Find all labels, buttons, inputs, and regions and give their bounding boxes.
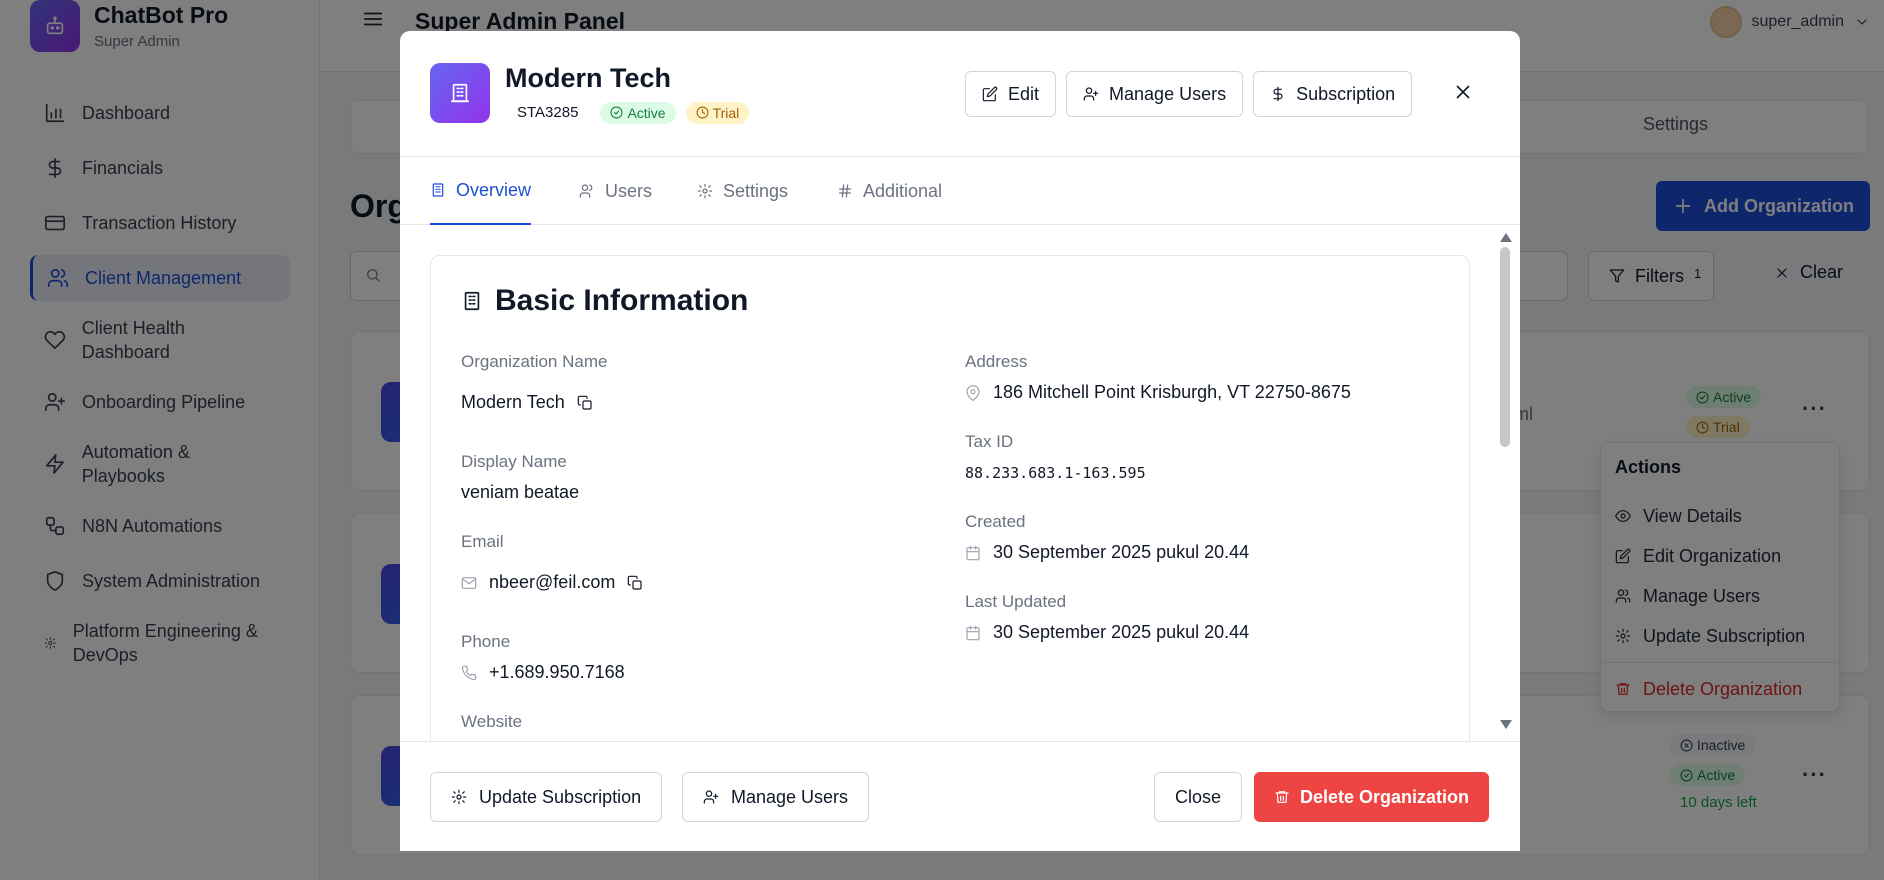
phone-icon xyxy=(461,665,477,680)
org-name-label: Organization Name xyxy=(461,352,608,371)
tab-overview[interactable]: Overview xyxy=(430,157,532,225)
tax-id-label: Tax ID xyxy=(965,432,1014,451)
modal-body: Basic Information Organization Name Mode… xyxy=(400,225,1520,741)
scroll-down-arrow[interactable] xyxy=(1500,720,1512,729)
section-title: Basic Information xyxy=(461,284,748,318)
website-label: Website xyxy=(461,712,523,731)
gear-icon xyxy=(451,789,467,805)
display-name-label: Display Name xyxy=(461,452,567,471)
calendar-icon xyxy=(966,545,980,560)
clock-icon xyxy=(696,106,709,119)
modal-meta: STA3285 Active Trial xyxy=(505,101,750,124)
edit-button[interactable]: Edit xyxy=(965,71,1057,117)
plan-badge: Trial xyxy=(685,101,750,124)
organization-code: STA3285 xyxy=(517,104,579,121)
trash-icon xyxy=(1275,791,1289,803)
copy-icon[interactable] xyxy=(577,395,593,411)
created-label: Created xyxy=(965,512,1026,531)
modal-footer: Update Subscription Manage Users Close D… xyxy=(400,741,1520,851)
user-plus-icon xyxy=(1083,87,1099,101)
status-badge: Active xyxy=(600,101,676,124)
calendar-icon xyxy=(966,625,980,640)
phone-label: Phone xyxy=(461,632,511,651)
last-updated-label: Last Updated xyxy=(965,592,1067,611)
manage-users-button[interactable]: Manage Users xyxy=(1066,71,1244,117)
copy-icon[interactable] xyxy=(627,575,643,591)
tab-settings[interactable]: Settings xyxy=(697,157,788,225)
tab-users[interactable]: Users xyxy=(579,157,652,225)
manage-users-footer-button[interactable]: Manage Users xyxy=(682,772,870,822)
email-value: nbeer@feil.com xyxy=(461,572,643,593)
update-subscription-button[interactable]: Update Subscription xyxy=(430,772,663,822)
delete-organization-button[interactable]: Delete Organization xyxy=(1254,772,1489,822)
tab-additional[interactable]: Additional xyxy=(837,157,942,225)
created-value: 30 September 2025 pukul 20.44 xyxy=(965,542,1249,563)
close-button[interactable]: Close xyxy=(1154,772,1243,822)
edit-icon xyxy=(982,86,998,102)
modal-title: Modern Tech xyxy=(505,63,672,93)
scrollbar-thumb[interactable] xyxy=(1500,247,1510,447)
last-updated-value: 30 September 2025 pukul 20.44 xyxy=(965,622,1249,643)
hash-icon xyxy=(839,184,851,198)
gear-icon xyxy=(697,183,713,199)
dollar-icon xyxy=(1273,86,1283,102)
subscription-button[interactable]: Subscription xyxy=(1253,71,1413,117)
modal-tabs: Overview Users Settings Additional xyxy=(400,157,1520,225)
scroll-up-arrow[interactable] xyxy=(1500,233,1512,242)
close-icon[interactable] xyxy=(1452,81,1474,103)
tax-id-value: 88.233.683.1-163.595 xyxy=(965,464,1146,482)
basic-information-card: Basic Information Organization Name Mode… xyxy=(430,255,1470,741)
modal-header: Modern Tech STA3285 Active Trial Edit Ma… xyxy=(400,31,1520,157)
building-icon xyxy=(432,183,444,197)
org-name-value: Modern Tech xyxy=(461,392,593,413)
phone-value: +1.689.950.7168 xyxy=(461,662,625,683)
mail-icon xyxy=(461,576,477,589)
organization-details-modal: Modern Tech STA3285 Active Trial Edit Ma… xyxy=(400,31,1520,851)
check-circle-icon xyxy=(610,106,623,119)
building-icon xyxy=(430,63,490,123)
modal-header-actions: Edit Manage Users Subscription xyxy=(965,71,1413,117)
address-value: 186 Mitchell Point Krisburgh, VT 22750-8… xyxy=(965,382,1351,403)
map-pin-icon xyxy=(966,384,980,401)
user-plus-icon xyxy=(703,790,719,804)
address-label: Address xyxy=(965,352,1028,371)
email-label: Email xyxy=(461,532,504,551)
building-icon xyxy=(464,291,480,311)
scrollbar[interactable] xyxy=(1499,233,1512,729)
users-icon xyxy=(579,184,593,198)
display-name-value: veniam beatae xyxy=(461,482,580,502)
